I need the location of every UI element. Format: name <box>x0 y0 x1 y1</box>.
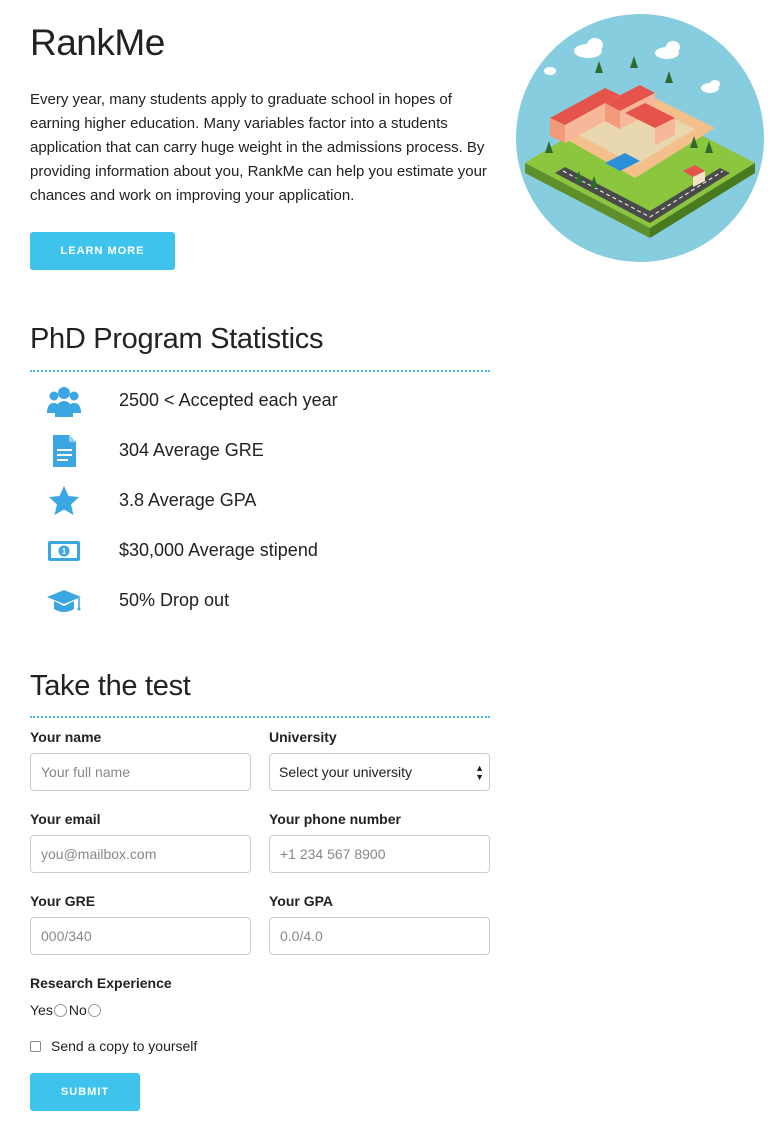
form-divider <box>30 716 490 718</box>
stat-text: $30,000 Average stipend <box>119 540 318 560</box>
stat-text: 2500 < Accepted each year <box>119 390 338 410</box>
stat-row: 2500 < Accepted each year <box>30 381 490 421</box>
stat-text: 50% Drop out <box>119 590 230 610</box>
document-icon <box>53 435 76 467</box>
stats-divider <box>30 370 490 372</box>
phone-label: Your phone number <box>269 811 401 827</box>
stat-text: 3.8 Average GPA <box>119 490 257 510</box>
email-input[interactable] <box>30 835 251 873</box>
yes-radio[interactable] <box>53 1003 67 1017</box>
stat-text: 304 Average GRE <box>119 440 264 460</box>
send-copy-label: Send a copy to yourself <box>51 1038 198 1054</box>
research-label: Research Experience <box>30 975 172 991</box>
page-title: RankMe <box>30 22 165 63</box>
university-label: University <box>269 729 337 745</box>
star-icon <box>49 486 79 515</box>
submit-button[interactable]: SUBMIT <box>30 1073 140 1111</box>
gpa-label: Your GPA <box>269 893 334 909</box>
campus-illustration <box>516 14 764 262</box>
no-radio[interactable] <box>87 1003 101 1017</box>
no-label: No <box>68 1002 87 1018</box>
form-title: Take the test <box>30 670 191 702</box>
money-icon: 1 <box>48 541 80 561</box>
yes-label: Yes <box>30 1002 53 1018</box>
phone-input[interactable] <box>269 835 490 873</box>
send-copy-checkbox[interactable] <box>30 1040 41 1052</box>
university-selected-value: Select your university <box>279 764 413 780</box>
users-icon <box>47 387 81 417</box>
stats-title: PhD Program Statistics <box>30 323 324 355</box>
graduation-cap-icon <box>47 590 81 612</box>
learn-more-button[interactable]: LEARN MORE <box>30 232 175 270</box>
email-label: Your email <box>30 811 101 827</box>
gre-label: Your GRE <box>30 893 96 909</box>
stat-row: 1 $30,000 Average stipend <box>30 531 490 571</box>
send-copy-row: Send a copy to yourself <box>30 1038 197 1054</box>
select-arrows-icon: ▲ ▼ <box>475 763 484 782</box>
gpa-input[interactable] <box>269 917 490 955</box>
name-label: Your name <box>30 729 102 745</box>
name-input[interactable] <box>30 753 251 791</box>
stat-row: 3.8 Average GPA <box>30 481 490 521</box>
research-radio-group: Yes No <box>30 1002 103 1018</box>
gre-input[interactable] <box>30 917 251 955</box>
stat-row: 304 Average GRE <box>30 431 490 471</box>
hero-description: Every year, many students apply to gradu… <box>30 91 487 204</box>
stat-row: 50% Drop out <box>30 581 490 621</box>
university-select[interactable]: Select your university ▲ ▼ <box>269 753 490 791</box>
svg-text:1: 1 <box>62 547 67 556</box>
